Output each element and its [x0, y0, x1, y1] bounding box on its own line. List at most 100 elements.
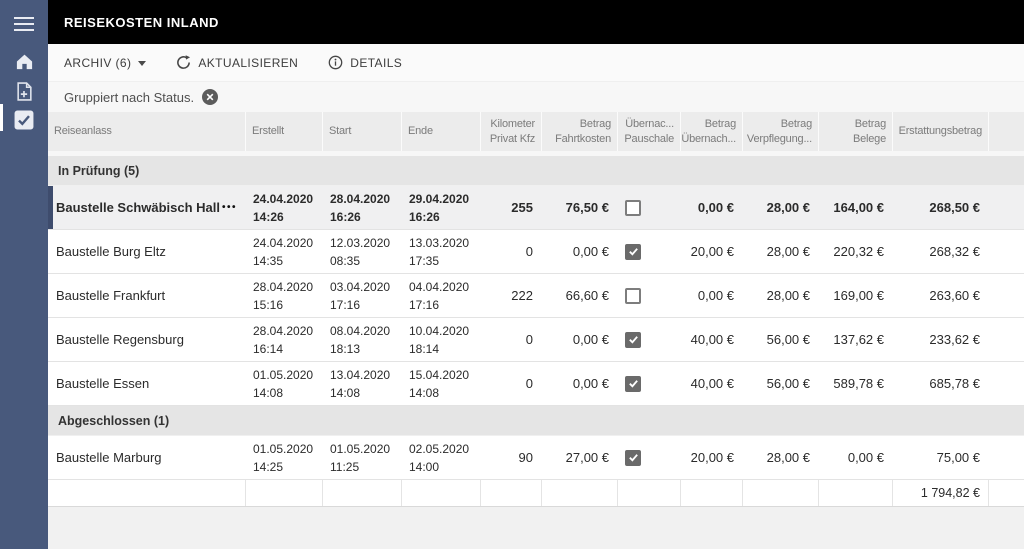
created-date: 01.05.2020: [253, 367, 314, 382]
column-header-betrag-fahrtkosten[interactable]: Betrag Fahrtkosten: [541, 112, 617, 151]
group-header-row[interactable]: In Prüfung (5): [48, 156, 1024, 186]
column-header-uebernachtungspauschale[interactable]: Übernac... Pauschale: [617, 112, 680, 151]
group-header-row[interactable]: Abgeschlossen (1): [48, 406, 1024, 436]
kilometer-cell: 0: [525, 244, 533, 259]
group-label: In Prüfung (5): [58, 163, 140, 178]
details-button[interactable]: DETAILS: [328, 55, 402, 70]
column-header-spacer[interactable]: [988, 112, 1024, 151]
start-cell: 28.04.2020 16:26: [322, 186, 401, 229]
end-time: 16:26: [409, 209, 440, 224]
sidebar-item-home[interactable]: [12, 50, 36, 74]
spacer-cell: [988, 230, 1024, 273]
column-header-ende[interactable]: Ende: [401, 112, 480, 151]
end-date: 13.03.2020: [409, 235, 470, 250]
start-date: 12.03.2020: [330, 235, 391, 250]
created-date: 01.05.2020: [253, 441, 314, 456]
trip-name: Baustelle Marburg: [56, 450, 162, 465]
kilometer-cell: 255: [511, 200, 533, 215]
uebernachtungspauschale-checkbox[interactable]: [625, 199, 641, 216]
clear-grouping-button[interactable]: [202, 89, 219, 105]
uebernachtung-cell: 40,00 €: [690, 376, 734, 391]
trip-name: Baustelle Frankfurt: [56, 288, 166, 303]
table-row[interactable]: Baustelle Burg Eltz 24.04.2020 14:35 12.03.…: [48, 230, 1024, 274]
verpflegung-cell: 28,00 €: [766, 450, 810, 465]
end-cell: 29.04.2020 16:26: [401, 186, 480, 229]
hamburger-menu-button[interactable]: [12, 15, 36, 33]
start-date: 28.04.2020: [330, 191, 391, 206]
created-time: 14:08: [253, 385, 284, 400]
start-time: 08:35: [330, 253, 361, 268]
app-root: REISEKOSTEN INLAND ARCHIV (6) AKTUALISIE…: [0, 0, 1024, 549]
column-header-betrag-verpflegung[interactable]: Betrag Verpflegung...: [742, 112, 818, 151]
group-label: Abgeschlossen (1): [58, 413, 170, 428]
fahrtkosten-cell: 27,00 €: [565, 450, 609, 465]
table-row[interactable]: Baustelle Marburg 01.05.2020 14:25 01.05.20…: [48, 436, 1024, 480]
belege-cell: 220,32 €: [833, 244, 884, 259]
table-row[interactable]: Baustelle Essen 01.05.2020 14:08 13.04.2020…: [48, 362, 1024, 406]
table-row[interactable]: Baustelle Frankfurt 28.04.2020 15:16 03.04.…: [48, 274, 1024, 318]
created-date: 28.04.2020: [253, 279, 314, 294]
created-time: 16:14: [253, 341, 284, 356]
spacer-cell: [988, 362, 1024, 405]
trip-name-cell: Baustelle Marburg: [48, 436, 245, 479]
column-header-kilometer-privat-kfz[interactable]: Kilometer Privat Kfz: [480, 112, 541, 151]
table-row[interactable]: Baustelle Schwäbisch Hall ••• 24.04.2020 14…: [48, 186, 1024, 230]
column-header-betrag-belege[interactable]: Betrag Belege: [818, 112, 892, 151]
toolbar: ARCHIV (6) AKTUALISIEREN DETAILS: [48, 44, 1024, 82]
column-header-reiseanlass[interactable]: Reiseanlass: [48, 112, 245, 151]
belege-cell: 137,62 €: [833, 332, 884, 347]
uebernachtungspauschale-checkbox[interactable]: [625, 331, 641, 348]
start-time: 18:13: [330, 341, 361, 356]
uebernachtung-cell: 20,00 €: [690, 450, 734, 465]
column-header-erstellt[interactable]: Erstellt: [245, 112, 322, 151]
filter-bar: Gruppiert nach Status.: [48, 82, 1024, 112]
totals-cell-uebernachtungspauschale: [617, 480, 680, 506]
column-header-start[interactable]: Start: [322, 112, 401, 151]
uebernachtungspauschale-checkbox[interactable]: [625, 287, 641, 304]
pauschale-cell: [617, 362, 680, 405]
column-header-betrag-uebernachtung[interactable]: Betrag Übernach...: [680, 112, 742, 151]
sidebar: [0, 0, 48, 549]
end-date: 29.04.2020: [409, 191, 470, 206]
uebernachtungspauschale-checkbox[interactable]: [625, 375, 641, 392]
created-date: 28.04.2020: [253, 323, 314, 338]
trip-name: Baustelle Regensburg: [56, 332, 184, 347]
end-date: 15.04.2020: [409, 367, 470, 382]
archive-dropdown-button[interactable]: ARCHIV (6): [64, 56, 147, 70]
spacer-cell: [988, 318, 1024, 361]
uebernachtungspauschale-checkbox[interactable]: [625, 449, 641, 466]
info-icon: [328, 55, 343, 70]
end-cell: 10.04.2020 18:14: [401, 318, 480, 361]
spacer-cell: [988, 186, 1024, 229]
start-time: 17:16: [330, 297, 361, 312]
end-time: 14:08: [409, 385, 440, 400]
end-time: 17:35: [409, 253, 440, 268]
page-title: REISEKOSTEN INLAND: [64, 14, 219, 30]
totals-cell-erstellt: [245, 480, 322, 506]
kilometer-cell: 222: [511, 288, 533, 303]
fahrtkosten-cell: 0,00 €: [572, 244, 609, 259]
refresh-button[interactable]: AKTUALISIEREN: [176, 55, 298, 70]
active-item-indicator: [0, 104, 3, 131]
group-filter-text: Gruppiert nach Status.: [64, 89, 195, 105]
home-icon: [16, 54, 32, 70]
row-menu-button[interactable]: •••: [220, 200, 239, 215]
erstattungsbetrag-cell: 268,50 €: [929, 200, 980, 215]
tasks-check-icon: [14, 110, 34, 130]
pauschale-cell: [617, 436, 680, 479]
sidebar-item-tasks[interactable]: [12, 108, 36, 132]
sidebar-item-new-document[interactable]: [12, 79, 36, 103]
totals-row: 1 794,82 €: [48, 480, 1024, 507]
table-row[interactable]: Baustelle Regensburg 28.04.2020 16:14 08.04…: [48, 318, 1024, 362]
verpflegung-cell: 56,00 €: [766, 376, 810, 391]
start-date: 08.04.2020: [330, 323, 391, 338]
pauschale-cell: [617, 230, 680, 273]
belege-cell: 169,00 €: [833, 288, 884, 303]
uebernachtungspauschale-checkbox[interactable]: [625, 243, 641, 260]
column-header-erstattungsbetrag[interactable]: Erstattungsbetrag: [892, 112, 988, 151]
hamburger-icon: [14, 17, 34, 19]
table-header-row: Reiseanlass Erstellt Start Ende Kilometer Pr…: [48, 112, 1024, 156]
uebernachtung-cell: 0,00 €: [697, 288, 734, 303]
created-cell: 28.04.2020 15:16: [245, 274, 322, 317]
start-date: 13.04.2020: [330, 367, 391, 382]
